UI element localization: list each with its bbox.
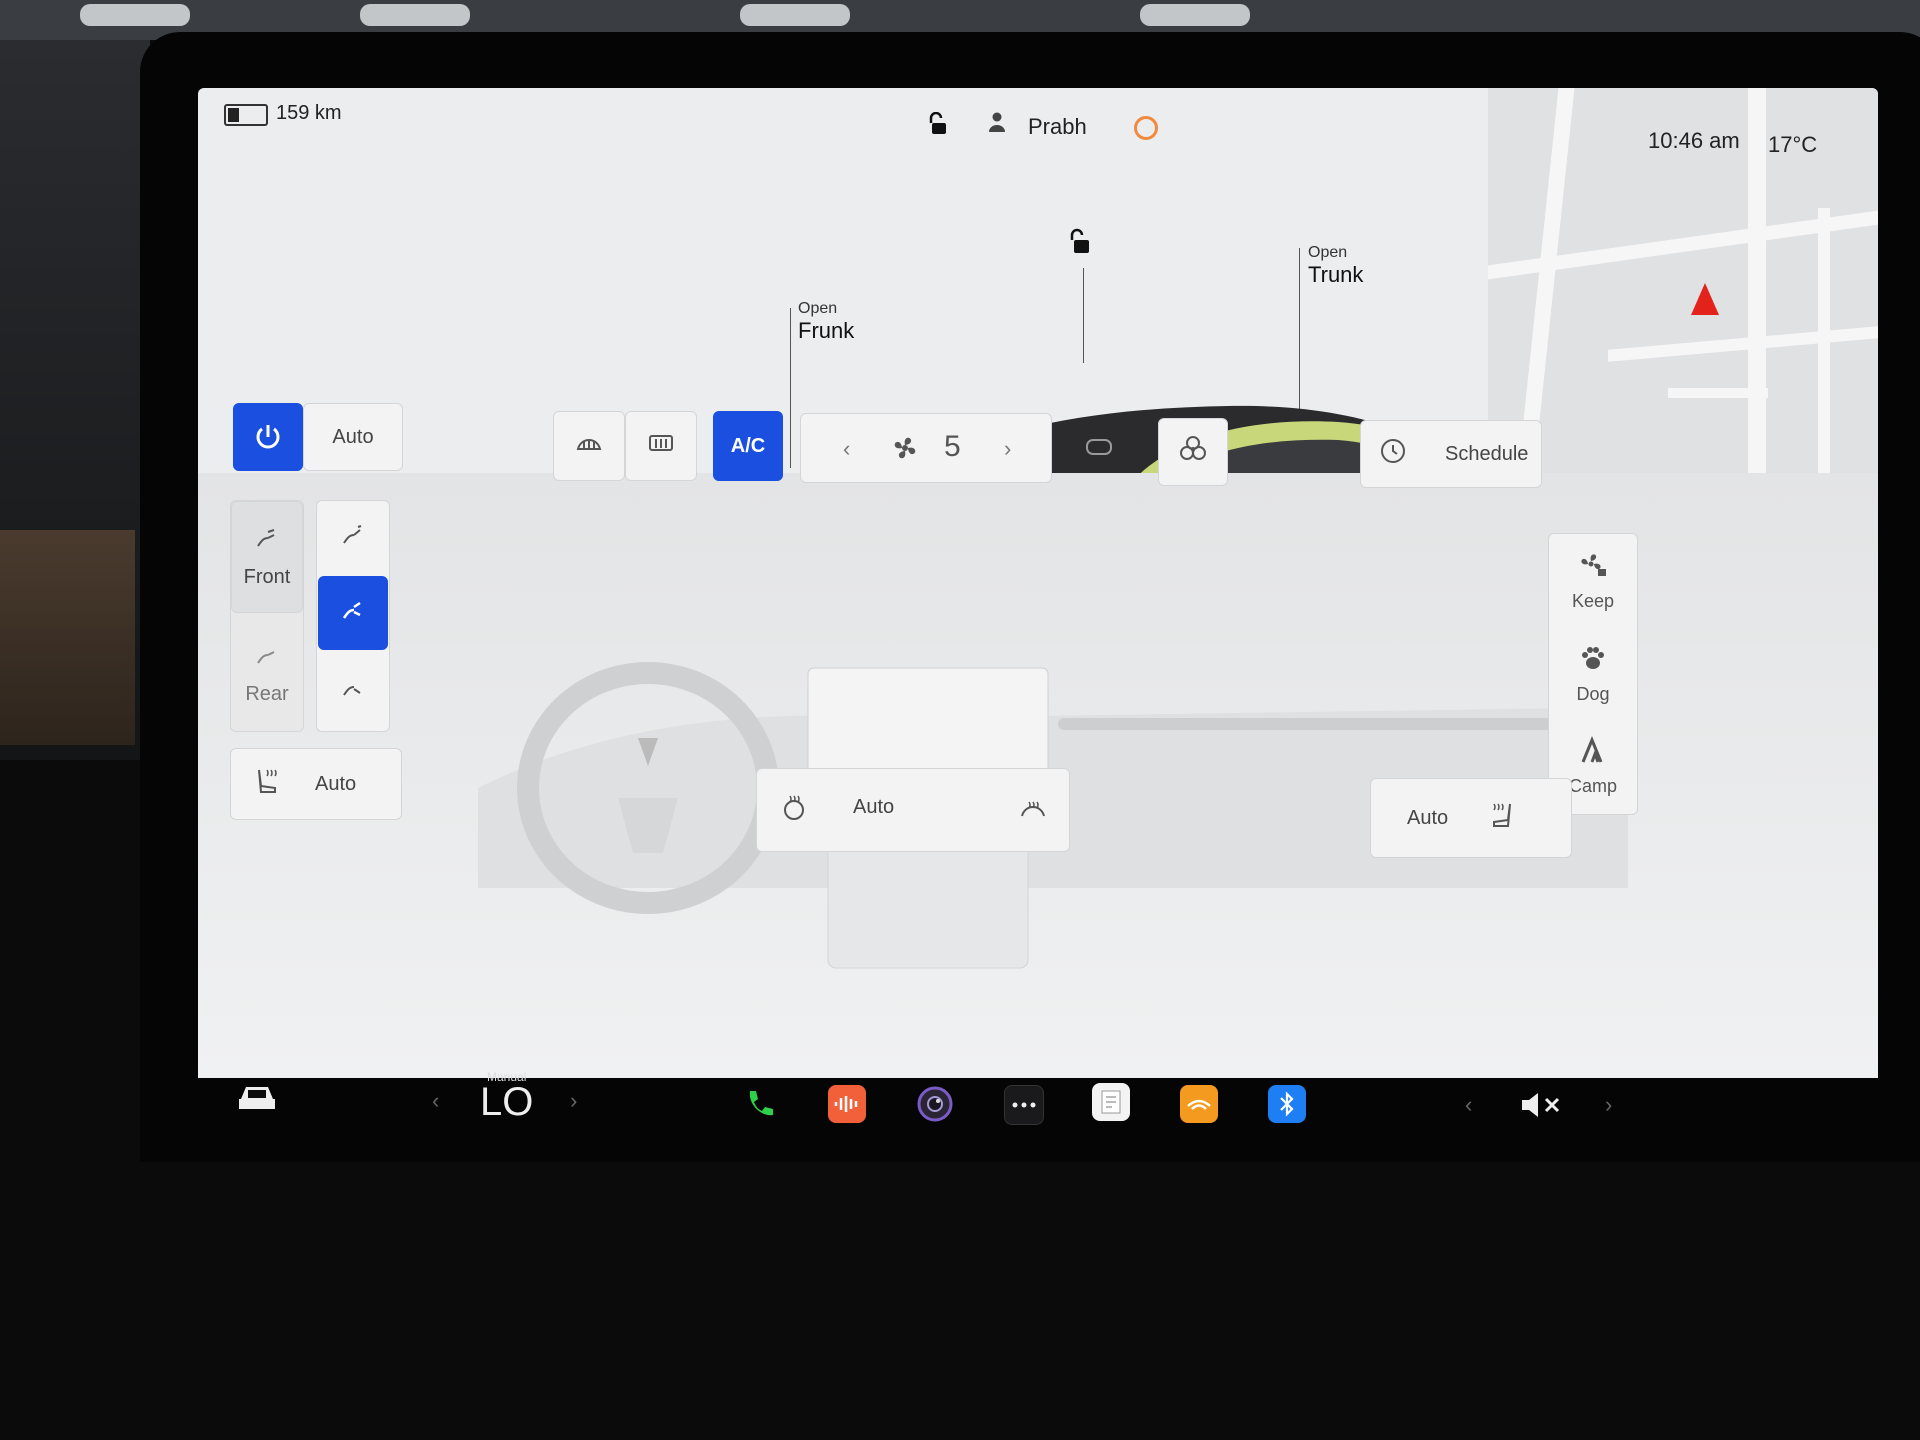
steering-auto-label[interactable]: Auto — [853, 796, 894, 819]
driver-seat-heater-control[interactable]: Auto — [230, 748, 402, 820]
bioweapon-defense-button[interactable] — [1158, 418, 1228, 486]
steering-wheel-heater-icon — [780, 793, 808, 827]
airflow-feet-icon — [340, 675, 366, 705]
front-airflow-icon — [254, 526, 280, 556]
airflow-face-feet-button[interactable] — [318, 576, 388, 650]
fan-speed-value: 5 — [944, 430, 961, 463]
camp-tent-icon — [1579, 735, 1607, 770]
passenger-seat-heater-icon — [1488, 800, 1516, 836]
front-defrost-icon — [575, 431, 603, 462]
alarm-clock-icon[interactable] — [1134, 116, 1158, 140]
audio-app-icon[interactable] — [828, 1085, 866, 1123]
keep-mode-label: Keep — [1571, 590, 1615, 611]
ac-button[interactable]: A/C — [713, 411, 783, 481]
clock-time: 10:46 am — [1648, 128, 1740, 153]
cabin-temperature-value[interactable]: LO — [480, 1080, 533, 1125]
wiper-heater-icon — [1019, 794, 1047, 826]
ac-label: A/C — [730, 434, 766, 457]
keep-mode-fan-icon — [1578, 549, 1608, 585]
airflow-face-icon — [340, 523, 366, 553]
frunk-state[interactable]: Open — [798, 300, 837, 318]
lock-leader-line — [1083, 268, 1084, 363]
ceiling-light — [80, 4, 190, 26]
frunk-button[interactable]: Frunk — [798, 318, 854, 344]
phone-app-icon[interactable] — [740, 1085, 778, 1123]
fan-decrease-icon[interactable]: ‹ — [843, 436, 850, 462]
ceiling-light — [740, 4, 850, 26]
windshield-wiper-heater-button[interactable] — [998, 770, 1068, 850]
climate-auto-label: Auto — [332, 425, 374, 448]
dog-mode-button[interactable]: Dog — [1549, 628, 1637, 720]
fan-increase-icon[interactable]: › — [1004, 436, 1011, 462]
battery-icon — [224, 104, 268, 126]
schedule-label: Schedule — [1445, 442, 1529, 465]
range-text: 159 km — [276, 102, 342, 124]
car-icon[interactable] — [232, 1075, 282, 1119]
temp-decrease-icon[interactable]: ‹ — [432, 1088, 439, 1114]
clock-icon — [1379, 437, 1407, 471]
navigation-arrow-icon — [1691, 283, 1719, 315]
camera-app-icon[interactable] — [916, 1085, 954, 1123]
fan-speed-control — [800, 413, 1052, 483]
temp-increase-icon[interactable]: › — [570, 1088, 577, 1114]
frunk-leader-line — [790, 308, 791, 468]
rear-zone-button[interactable]: Rear — [231, 618, 303, 730]
driver-seat-auto-label: Auto — [315, 772, 357, 795]
passenger-seat-auto-label: Auto — [1407, 806, 1449, 829]
outside-temperature: 17°C — [1768, 132, 1818, 157]
car-lock-icon[interactable] — [1068, 228, 1094, 263]
airflow-face-feet-icon — [340, 598, 366, 628]
bluetooth-app-icon[interactable] — [1268, 1085, 1306, 1123]
volume-muted-icon[interactable] — [1517, 1088, 1565, 1122]
front-zone-button[interactable]: Front — [231, 501, 303, 613]
ceiling-light — [1140, 4, 1250, 26]
rear-defrost-button[interactable] — [625, 411, 697, 481]
recirculate-icon — [1084, 436, 1114, 464]
dog-paw-icon — [1579, 644, 1607, 678]
airflow-face-button[interactable] — [317, 501, 389, 575]
rear-label: Rear — [245, 682, 289, 705]
keep-mode-button[interactable]: Keep — [1549, 534, 1637, 626]
passenger-seat-heater-control[interactable]: Auto — [1370, 778, 1572, 858]
status-bar: 159 km Prabh 10:46 am 17°C — [198, 88, 1878, 157]
fan-icon — [890, 433, 920, 468]
front-label: Front — [243, 565, 291, 588]
trunk-button[interactable]: Trunk — [1308, 262, 1363, 288]
profile-icon[interactable] — [988, 112, 1006, 132]
rear-defrost-icon — [647, 431, 675, 462]
driver-seat-heater-icon — [253, 766, 281, 802]
audible-app-icon[interactable] — [1180, 1085, 1218, 1123]
schedule-button[interactable]: Schedule — [1360, 420, 1542, 488]
climate-auto-button[interactable]: Auto — [303, 403, 403, 471]
steering-wheel-heater-button[interactable] — [758, 770, 830, 850]
front-defrost-button[interactable] — [553, 411, 625, 481]
toybox-app-icon[interactable] — [1092, 1083, 1130, 1121]
airflow-feet-button[interactable] — [317, 653, 389, 727]
more-apps-icon[interactable] — [1004, 1085, 1044, 1125]
touchscreen: 159 km Prabh 10:46 am 17°C Open Frunk Op… — [198, 88, 1878, 1078]
volume-increase-icon[interactable]: › — [1605, 1092, 1612, 1118]
profile-name[interactable]: Prabh — [1028, 114, 1087, 140]
trunk-state[interactable]: Open — [1308, 244, 1347, 262]
taskbar: ‹ Manual LO › ‹ › — [180, 1070, 1680, 1160]
dog-mode-label: Dog — [1576, 683, 1610, 704]
biohazard-icon — [1178, 434, 1208, 470]
rear-airflow-icon — [254, 643, 280, 673]
camp-mode-label: Camp — [1568, 775, 1617, 796]
climate-power-button[interactable] — [233, 403, 303, 471]
volume-decrease-icon[interactable]: ‹ — [1465, 1092, 1472, 1118]
recirculate-button[interactable] — [1068, 418, 1130, 482]
background-wood-trim — [0, 530, 135, 745]
ceiling-light — [360, 4, 470, 26]
unlock-icon[interactable] — [928, 111, 950, 142]
